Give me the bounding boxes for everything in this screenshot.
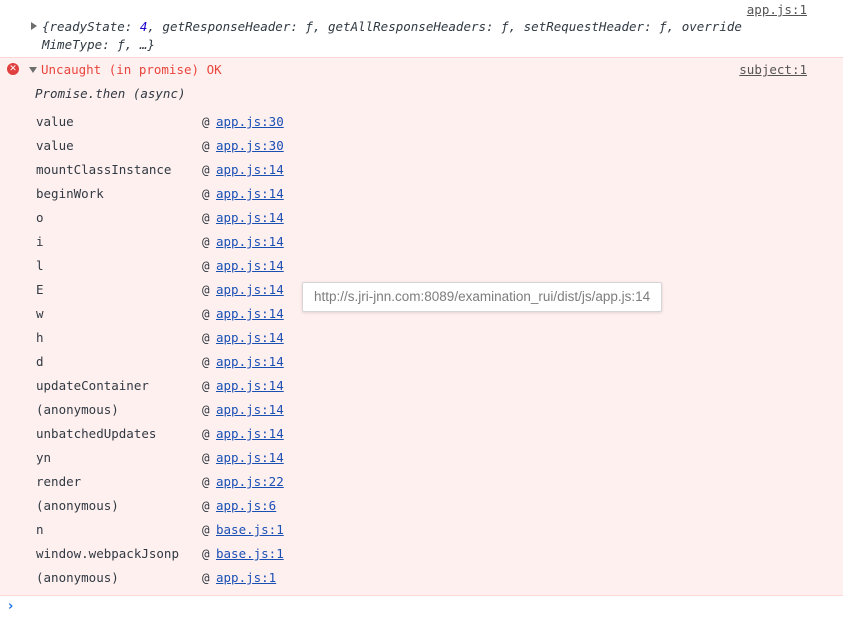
stack-frame-location-link[interactable]: app.js:14 (216, 398, 284, 422)
stack-frame-function: h (36, 330, 44, 345)
stack-frame: window.webpackJsonp @ base.js:1 (0, 542, 843, 566)
stack-frame: n @ base.js:1 (0, 518, 843, 542)
stack-frame-function: (anonymous) (36, 498, 119, 513)
stack-frame-location-link[interactable]: app.js:14 (216, 182, 284, 206)
stack-frame-function: d (36, 354, 44, 369)
stack-frame: render @ app.js:22 (0, 470, 843, 494)
stack-frame-location-link[interactable]: app.js:1 (216, 566, 276, 590)
stack-frame-location-link[interactable]: app.js:14 (216, 230, 284, 254)
log-message-row: app.js:1 {readyState: 4, getResponseHead… (0, 0, 843, 56)
stack-frame-at-symbol: @ (202, 282, 210, 297)
stack-frame-location-link[interactable]: app.js:14 (216, 158, 284, 182)
stack-frame-at-symbol: @ (202, 354, 210, 369)
stack-frame-function: updateContainer (36, 378, 149, 393)
stack-frame-location-link[interactable]: app.js:30 (216, 134, 284, 158)
stack-frame-function: i (36, 234, 44, 249)
devtools-console: app.js:1 {readyState: 4, getResponseHead… (0, 0, 843, 637)
expand-object-triangle-icon[interactable] (31, 22, 37, 30)
log-source-link[interactable]: app.js:1 (747, 2, 807, 17)
stack-frame-function: unbatchedUpdates (36, 426, 157, 441)
async-boundary-label: Promise.then (async) (35, 86, 186, 101)
stack-frame: yn @ app.js:14 (0, 446, 843, 470)
stack-frame-location-link[interactable]: app.js:14 (216, 374, 284, 398)
stack-frame-function: o (36, 210, 44, 225)
stack-frame-at-symbol: @ (202, 498, 210, 513)
stack-frame-at-symbol: @ (202, 426, 210, 441)
stack-frame: l @ app.js:14 (0, 254, 843, 278)
stack-frame-location-link[interactable]: app.js:22 (216, 470, 284, 494)
stack-frame-at-symbol: @ (202, 138, 210, 153)
object-preview-suffix: , getResponseHeader: ƒ, getAllResponseHe… (147, 19, 742, 34)
stack-frame-function: (anonymous) (36, 402, 119, 417)
stack-frame-location-link[interactable]: app.js:14 (216, 254, 284, 278)
object-preview-line-2[interactable]: MimeType: ƒ, …} (42, 37, 155, 52)
stack-frame-at-symbol: @ (202, 546, 210, 561)
stack-frame: value @ app.js:30 (0, 134, 843, 158)
stack-frame-function: window.webpackJsonp (36, 546, 179, 561)
stack-frame-function: E (36, 282, 44, 297)
stack-frame-location-link[interactable]: app.js:14 (216, 302, 284, 326)
error-source-link[interactable]: subject:1 (739, 62, 807, 77)
stack-frame-at-symbol: @ (202, 258, 210, 273)
stack-frame-location-link[interactable]: app.js:14 (216, 206, 284, 230)
stack-frame: i @ app.js:14 (0, 230, 843, 254)
stack-frame-function: render (36, 474, 82, 489)
link-tooltip: http://s.jri-jnn.com:8089/examination_ru… (302, 282, 663, 312)
stack-frame: unbatchedUpdates @ app.js:14 (0, 422, 843, 446)
stack-frame-location-link[interactable]: app.js:14 (216, 278, 284, 302)
prompt-chevron-icon[interactable]: › (8, 599, 13, 614)
stack-frame-location-link[interactable]: app.js:14 (216, 422, 284, 446)
stack-frame-at-symbol: @ (202, 186, 210, 201)
stack-frame: beginWork @ app.js:14 (0, 182, 843, 206)
error-circle-icon: ✕ (7, 63, 19, 75)
stack-frame: value @ app.js:30 (0, 110, 843, 134)
object-preview-prefix: {readyState: (42, 19, 140, 34)
stack-frame-location-link[interactable]: base.js:1 (216, 542, 284, 566)
error-message: Uncaught (in promise) OK (41, 62, 222, 77)
collapse-triangle-icon[interactable] (29, 67, 37, 73)
stack-frame: d @ app.js:14 (0, 350, 843, 374)
stack-frame-function: value (36, 138, 74, 153)
stack-frame-at-symbol: @ (202, 570, 210, 585)
stack-trace: value @ app.js:30 value @ app.js:30 mountClass… (0, 110, 843, 590)
stack-frame-function: value (36, 114, 74, 129)
stack-frame-at-symbol: @ (202, 402, 210, 417)
stack-frame-at-symbol: @ (202, 450, 210, 465)
stack-frame-location-link[interactable]: app.js:6 (216, 494, 276, 518)
stack-frame-location-link[interactable]: app.js:14 (216, 326, 284, 350)
stack-frame-at-symbol: @ (202, 330, 210, 345)
stack-frame-function: yn (36, 450, 52, 465)
stack-frame-at-symbol: @ (202, 474, 210, 489)
stack-frame: (anonymous) @ app.js:14 (0, 398, 843, 422)
error-message-row: ✕ Uncaught (in promise) OK subject:1 Pro… (0, 57, 843, 596)
stack-frame-at-symbol: @ (202, 378, 210, 393)
stack-frame-location-link[interactable]: app.js:14 (216, 350, 284, 374)
stack-frame-at-symbol: @ (202, 162, 210, 177)
stack-frame-at-symbol: @ (202, 210, 210, 225)
stack-frame: o @ app.js:14 (0, 206, 843, 230)
stack-frame: h @ app.js:14 (0, 326, 843, 350)
stack-frame-location-link[interactable]: app.js:14 (216, 446, 284, 470)
stack-frame-at-symbol: @ (202, 234, 210, 249)
stack-frame-at-symbol: @ (202, 114, 210, 129)
stack-frame: updateContainer @ app.js:14 (0, 374, 843, 398)
object-preview-line-1[interactable]: {readyState: 4, getResponseHeader: ƒ, ge… (42, 19, 742, 34)
stack-frame-location-link[interactable]: base.js:1 (216, 518, 284, 542)
stack-frame-at-symbol: @ (202, 306, 210, 321)
stack-frame-function: l (36, 258, 44, 273)
stack-frame: mountClassInstance @ app.js:14 (0, 158, 843, 182)
stack-frame-function: mountClassInstance (36, 162, 172, 177)
stack-frame: (anonymous) @ app.js:1 (0, 566, 843, 590)
stack-frame-function: beginWork (36, 186, 104, 201)
stack-frame-at-symbol: @ (202, 522, 210, 537)
stack-frame: (anonymous) @ app.js:6 (0, 494, 843, 518)
stack-frame-function: (anonymous) (36, 570, 119, 585)
stack-frame-function: w (36, 306, 44, 321)
stack-frame-function: n (36, 522, 44, 537)
stack-frame-location-link[interactable]: app.js:30 (216, 110, 284, 134)
